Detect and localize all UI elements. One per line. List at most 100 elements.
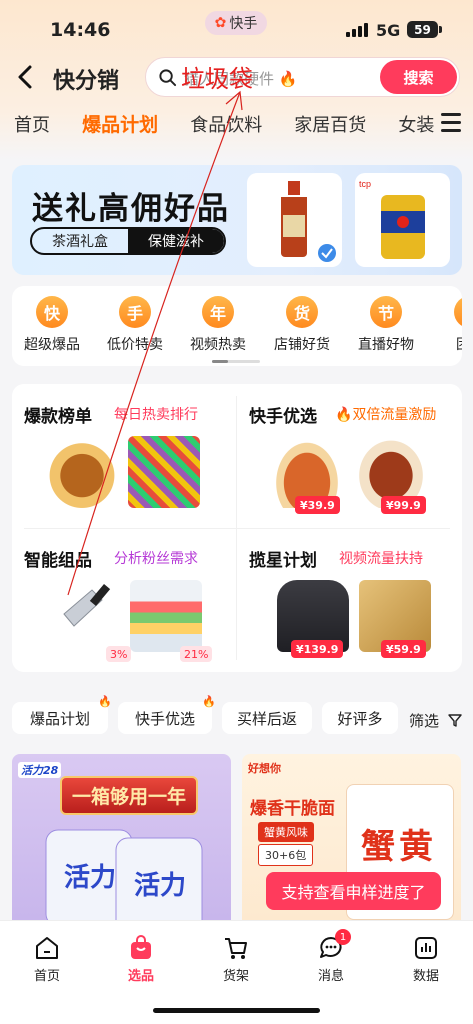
nav-label: 消息 bbox=[317, 969, 344, 984]
signal-icon bbox=[346, 23, 368, 37]
back-arrow-icon[interactable] bbox=[14, 62, 38, 92]
promo-subtitle-text: 双倍流量激励 bbox=[352, 407, 437, 423]
banner-title: 送礼高佣好品 bbox=[32, 191, 230, 227]
quick-entry-super-hot[interactable]: 快 超级爆品 bbox=[12, 296, 92, 354]
search-icon bbox=[159, 69, 177, 87]
price-tag: ¥139.9 bbox=[291, 640, 344, 658]
promo-title: 揽星计划 bbox=[249, 551, 317, 571]
app-pill-label: 快手 bbox=[229, 16, 258, 32]
promo-hot-ranking[interactable]: 爆款榜单 每日热卖排行 bbox=[12, 384, 237, 528]
nav-messages[interactable]: 1 消息 bbox=[291, 929, 371, 984]
page-title: 快分销 bbox=[53, 69, 120, 94]
product-card-detergent[interactable]: 活力28 一箱够用一年 活力 活力 bbox=[12, 754, 231, 920]
svg-text:tcp: tcp bbox=[359, 179, 371, 189]
cart-icon bbox=[225, 938, 247, 959]
unread-badge: 1 bbox=[335, 929, 351, 945]
chip-label: 好评多 bbox=[337, 709, 383, 728]
percent-tag: 3% bbox=[106, 646, 132, 662]
network-label: 5G bbox=[376, 21, 401, 40]
promo-grid: 爆款榜单 每日热卖排行 快手优选 🔥双倍流量激励 ¥39.9 ¥99.9 智能组… bbox=[12, 384, 462, 672]
status-time: 14:46 bbox=[50, 19, 111, 41]
promo-subtitle: 分析粉丝需求 bbox=[114, 551, 198, 567]
svg-text:活力: 活力 bbox=[134, 870, 186, 900]
quick-entry-label: 视频热卖 bbox=[190, 337, 246, 353]
battery-level: 59 bbox=[414, 22, 431, 37]
product-headline: 爆香干脆面 bbox=[250, 799, 335, 819]
promo-title: 爆款榜单 bbox=[24, 407, 92, 427]
quick-entry-group-leader[interactable]: 团 团长 bbox=[430, 296, 462, 354]
quick-entry-label: 直播好物 bbox=[358, 337, 414, 353]
filter-chip-hot-plan[interactable]: 爆品计划 🔥 bbox=[12, 695, 112, 734]
quick-entry-row: 快 超级爆品 手 低价特卖 年 视频热卖 货 店铺好货 节 直播好物 团 团长 bbox=[12, 286, 462, 366]
banner-product-energy-drink[interactable]: tcp bbox=[355, 173, 450, 267]
chip-label: 买样后返 bbox=[236, 709, 297, 728]
promo-star-plan[interactable]: 揽星计划 视频流量扶持 ¥139.9 ¥59.9 bbox=[237, 528, 462, 672]
quick-entry-live-goods[interactable]: 节 直播好物 bbox=[346, 296, 426, 354]
fire-icon: 🔥 bbox=[202, 695, 216, 708]
price-tag: ¥59.9 bbox=[381, 640, 426, 658]
quick-entry-store-goods[interactable]: 货 店铺好货 bbox=[262, 296, 342, 354]
promo-title: 智能组品 bbox=[24, 551, 92, 571]
search-bar[interactable]: 猎人同款硬件 🔥 垃圾袋 搜索 bbox=[145, 57, 460, 97]
promo-smart-bundle[interactable]: 智能组品 分析粉丝需求 3% 21% bbox=[12, 528, 237, 672]
chip-label: 爆品计划 bbox=[29, 709, 90, 728]
banner-tags: 茶酒礼盒 保健滋补 bbox=[30, 227, 226, 255]
quick-entry-icon: 快 bbox=[36, 296, 68, 328]
battery-icon: 59 bbox=[407, 21, 438, 38]
tab-home-goods[interactable]: 家居百货 bbox=[294, 111, 366, 137]
filter-chip-refund[interactable]: 买样后返 bbox=[222, 702, 312, 734]
nav-home[interactable]: 首页 bbox=[7, 935, 87, 984]
fire-icon: 🔥 bbox=[278, 70, 298, 88]
nav-data[interactable]: 数据 bbox=[386, 935, 466, 984]
gift-banner[interactable]: 送礼高佣好品 茶酒礼盒 保健滋补 tcp bbox=[12, 165, 462, 275]
quick-entry-low-price[interactable]: 手 低价特卖 bbox=[95, 296, 175, 354]
nav-select-products[interactable]: 选品 bbox=[101, 935, 181, 984]
detergent-bags-image: 活力 活力 bbox=[45, 829, 203, 920]
quick-entry-icon: 节 bbox=[370, 296, 402, 328]
battery-tip bbox=[439, 26, 442, 33]
quick-entry-label: 超级爆品 bbox=[24, 337, 80, 353]
tab-food-drinks[interactable]: 食品饮料 bbox=[190, 111, 262, 137]
promo-kuaishou-select[interactable]: 快手优选 🔥双倍流量激励 ¥39.9 ¥99.9 bbox=[237, 384, 462, 528]
menu-icon[interactable] bbox=[441, 113, 461, 133]
flavor-badge: 蟹黄风味 bbox=[258, 822, 314, 842]
category-tabs: 首页 爆品计划 食品饮料 家居百货 女装 bbox=[14, 110, 434, 140]
funnel-icon[interactable] bbox=[448, 713, 462, 727]
nav-label: 数据 bbox=[412, 969, 439, 984]
nav-label: 货架 bbox=[222, 969, 249, 984]
banner-tag-tea-wine[interactable]: 茶酒礼盒 bbox=[32, 229, 128, 253]
quick-entry-icon: 年 bbox=[202, 296, 234, 328]
fire-icon: 🔥 bbox=[98, 695, 112, 708]
quick-entry-label: 团长 bbox=[430, 334, 462, 354]
quick-entry-label: 低价特卖 bbox=[107, 337, 163, 353]
search-button[interactable]: 搜索 bbox=[380, 60, 457, 94]
energy-can-icon: tcp bbox=[359, 179, 425, 259]
filter-button[interactable]: 筛选 bbox=[409, 710, 439, 731]
nav-label: 选品 bbox=[127, 969, 154, 984]
banner-product-liquor[interactable] bbox=[247, 173, 342, 267]
shopping-bag-icon bbox=[131, 935, 151, 959]
nuts-jar-image bbox=[46, 436, 118, 508]
kuaishou-logo-icon: ✿ bbox=[214, 15, 227, 31]
cleaver-knife-image bbox=[63, 584, 111, 627]
quick-entry-icon: 手 bbox=[119, 296, 151, 328]
brand-label: 好想你 bbox=[248, 762, 281, 775]
tab-hot-plan[interactable]: 爆品计划 bbox=[82, 110, 158, 137]
chip-label: 快手优选 bbox=[134, 709, 195, 728]
price-tag: ¥99.9 bbox=[381, 496, 426, 514]
home-icon bbox=[36, 937, 58, 959]
quick-entry-video-hot[interactable]: 年 视频热卖 bbox=[178, 296, 258, 354]
scroll-indicator bbox=[212, 360, 260, 363]
nav-label: 首页 bbox=[33, 969, 60, 984]
quick-entry-icon: 团 bbox=[454, 296, 462, 328]
tab-womens-wear[interactable]: 女装 bbox=[398, 111, 434, 137]
tab-home[interactable]: 首页 bbox=[14, 111, 50, 137]
toast-message[interactable]: 支持查看申样进度了 bbox=[266, 872, 441, 910]
filter-chip-good-reviews[interactable]: 好评多 bbox=[322, 702, 398, 734]
annotation-text: 垃圾袋 bbox=[181, 65, 253, 93]
filter-chip-kuaishou-select[interactable]: 快手优选 🔥 bbox=[118, 695, 216, 734]
banner-tag-health[interactable]: 保健滋补 bbox=[128, 229, 224, 253]
nav-shelf[interactable]: 货架 bbox=[196, 935, 276, 984]
brand-label: 活力28 bbox=[18, 762, 62, 778]
data-chart-icon bbox=[415, 937, 437, 959]
